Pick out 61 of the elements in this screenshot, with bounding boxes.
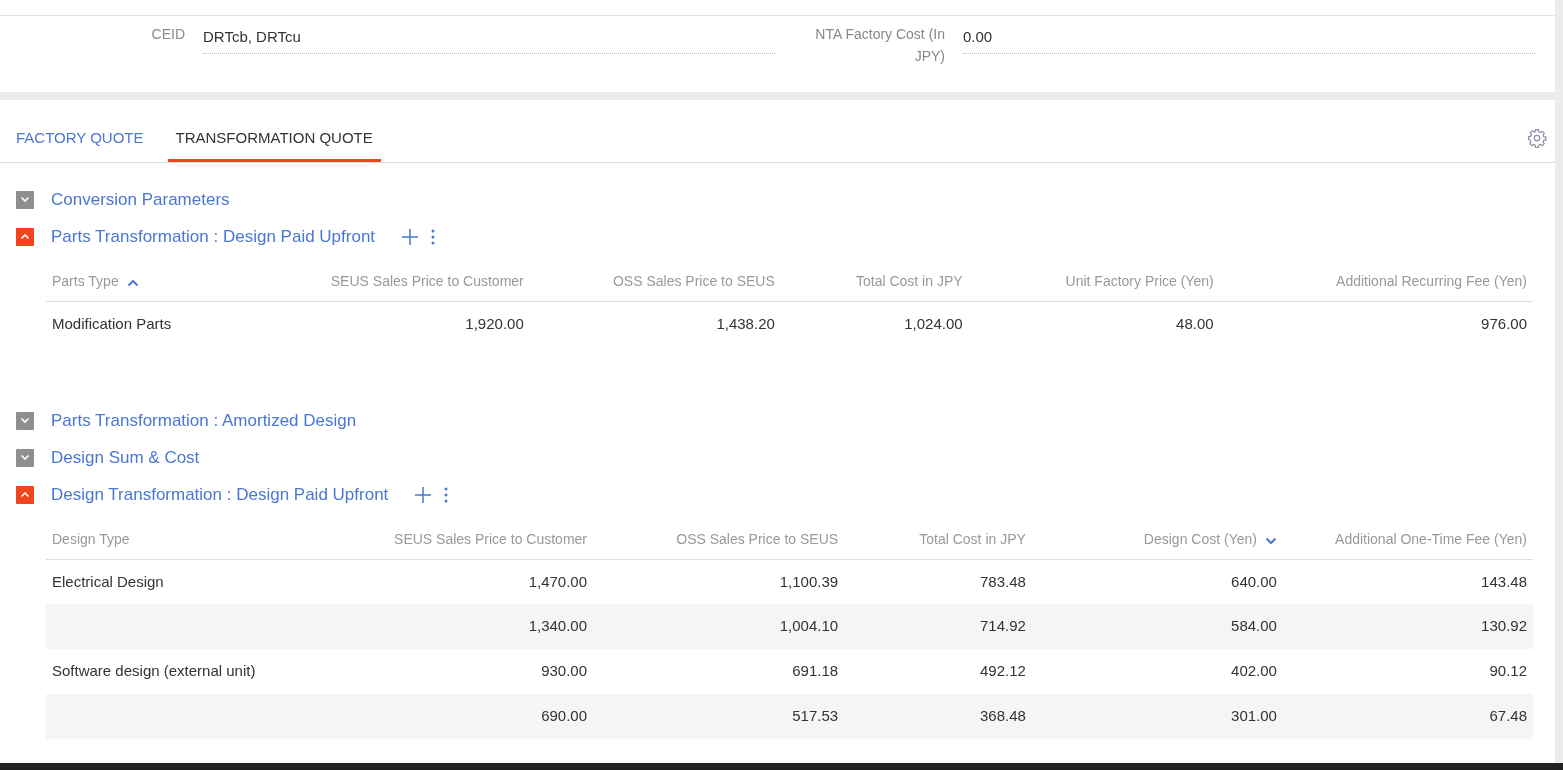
section-title[interactable]: Design Sum & Cost [51,444,200,471]
table-cell: 1,340.00 [341,604,594,649]
column-header-text: SEUS Sales Price to Customer [330,273,524,290]
collapse-toggle[interactable] [16,227,34,246]
table-cell: 368.48 [844,694,1032,739]
collapse-toggle[interactable] [16,485,34,504]
section-title[interactable]: Parts Transformation : Design Paid Upfront [51,223,376,250]
tab[interactable]: FACTORY QUOTE [8,126,152,162]
table-cell: 783.48 [844,559,1032,604]
column-header-text: Total Cost in JPY [919,531,1026,548]
column-header-text: Design Cost (Yen) [1143,531,1257,548]
chevron-down-icon [20,196,30,203]
table-cell: 1,470.00 [341,559,594,604]
chevron-up-icon [20,491,30,498]
chevron-down-icon [20,454,30,461]
column-header-text: Additional One-Time Fee (Yen) [1335,531,1527,548]
field-value: 0.00 [963,23,1535,54]
table-cell: Modification Parts [46,301,279,346]
table-cell: 67.48 [1282,694,1533,739]
table-cell: Software design (external unit) [46,649,342,694]
table-cell: 714.92 [844,604,1032,649]
table-cell: 1,438.20 [529,301,781,346]
table-cell: 48.00 [968,301,1220,346]
table-cell: 691.18 [593,649,845,694]
expand-toggle[interactable] [16,190,34,209]
table-cell: 1,004.10 [593,604,845,649]
table-cell: 976.00 [1219,301,1533,346]
field-label: NTA Factory Cost (In JPY) [814,25,945,66]
table-cell: Electrical Design [46,559,342,604]
table-cell: 90.12 [1282,649,1533,694]
table-cell: 1,100.39 [593,559,845,604]
column-header-text: Parts Type [52,273,119,290]
section-title[interactable]: Conversion Parameters [51,186,230,213]
column-header-text: Total Cost in JPY [856,273,963,290]
section-title[interactable]: Design Transformation : Design Paid Upfront [51,481,389,508]
table-cell: 1,920.00 [278,301,530,346]
column-header-text: OSS Sales Price to SEUS [612,273,775,290]
column-header-text: Unit Factory Price (Yen) [1065,273,1214,290]
expand-toggle[interactable] [16,411,34,430]
table-cell: 143.48 [1282,559,1533,604]
column-header-text: SEUS Sales Price to Customer [394,531,588,548]
column-header-text: Additional Recurring Fee (Yen) [1336,273,1527,290]
field-label: CEID [150,25,185,44]
chevron-up-icon [20,233,30,240]
table-cell: 301.00 [1031,694,1283,739]
table-cell: 492.12 [844,649,1032,694]
table-cell: 640.00 [1031,559,1283,604]
column-header-text: Design Type [52,531,130,548]
table-cell: 930.00 [341,649,594,694]
section-title[interactable]: Parts Transformation : Amortized Design [51,407,357,434]
table-cell: 690.00 [341,694,594,739]
expand-toggle[interactable] [16,448,34,467]
field-value: DRTcb, DRTcu [203,23,775,54]
chevron-down-icon [20,417,30,424]
column-header-text: OSS Sales Price to SEUS [676,531,839,548]
tab[interactable]: TRANSFORMATION QUOTE [167,126,381,162]
table-cell: 517.53 [593,694,845,739]
table-cell: 402.00 [1031,649,1283,694]
table-cell: 1,024.00 [780,301,969,346]
table-cell: 130.92 [1282,604,1533,649]
table-cell: 584.00 [1031,604,1283,649]
